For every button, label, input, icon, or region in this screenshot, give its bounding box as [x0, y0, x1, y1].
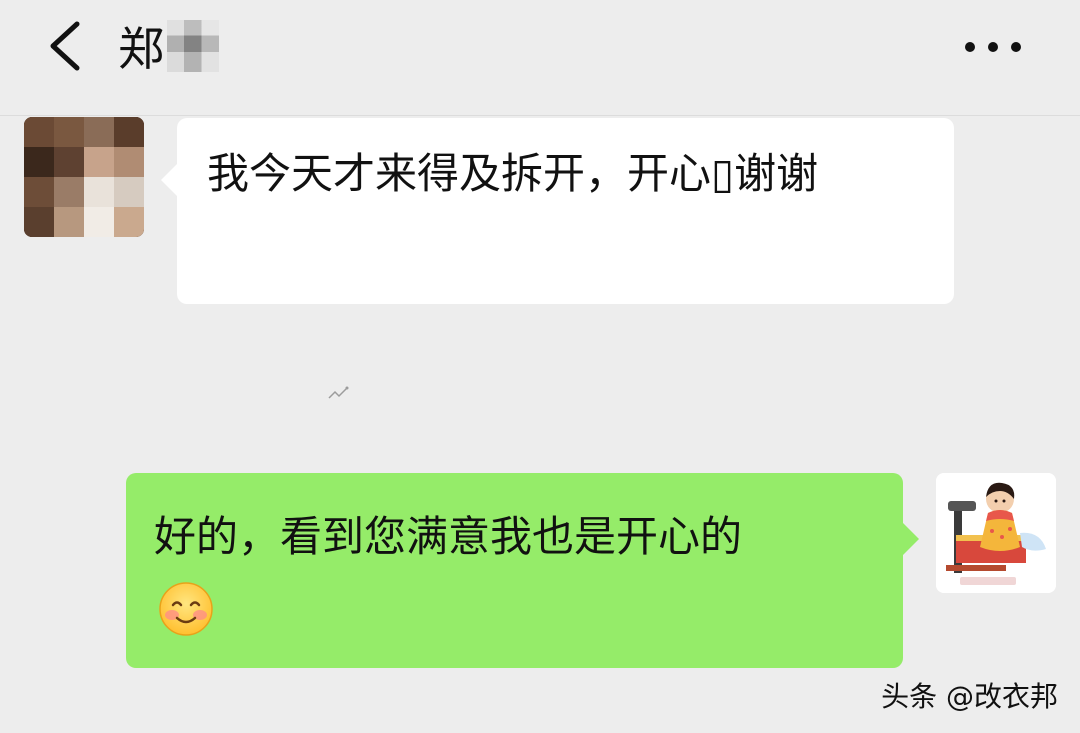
blurred-name-mosaic — [167, 20, 219, 72]
smiling-face-icon — [159, 582, 213, 636]
more-options-button[interactable] — [958, 24, 1028, 70]
blurred-person-icon — [24, 117, 144, 237]
user-avatar[interactable] — [936, 473, 1056, 593]
chat-title-container: 郑 — [118, 10, 219, 82]
incoming-message-text: 我今天才来得及拆开，开心▯谢谢 — [207, 149, 819, 198]
outgoing-message-bubble[interactable]: 好的，看到您满意我也是开心的 — [126, 473, 919, 668]
chevron-left-icon — [50, 21, 80, 71]
chat-header: 郑 — [0, 0, 1080, 92]
chat-title: 郑 — [118, 22, 165, 76]
more-dots-icon — [965, 42, 1021, 52]
faint-sticker-mark — [328, 386, 349, 399]
back-button[interactable] — [34, 16, 94, 76]
outgoing-message-text: 好的，看到您满意我也是开心的 — [154, 512, 743, 561]
header-divider — [0, 115, 1080, 116]
watermark: 头条 @改衣邦 — [881, 680, 1058, 713]
sewing-girl-icon — [936, 473, 1056, 593]
incoming-message-bubble[interactable]: 我今天才来得及拆开，开心▯谢谢 — [161, 118, 954, 304]
contact-avatar[interactable] — [24, 117, 144, 237]
